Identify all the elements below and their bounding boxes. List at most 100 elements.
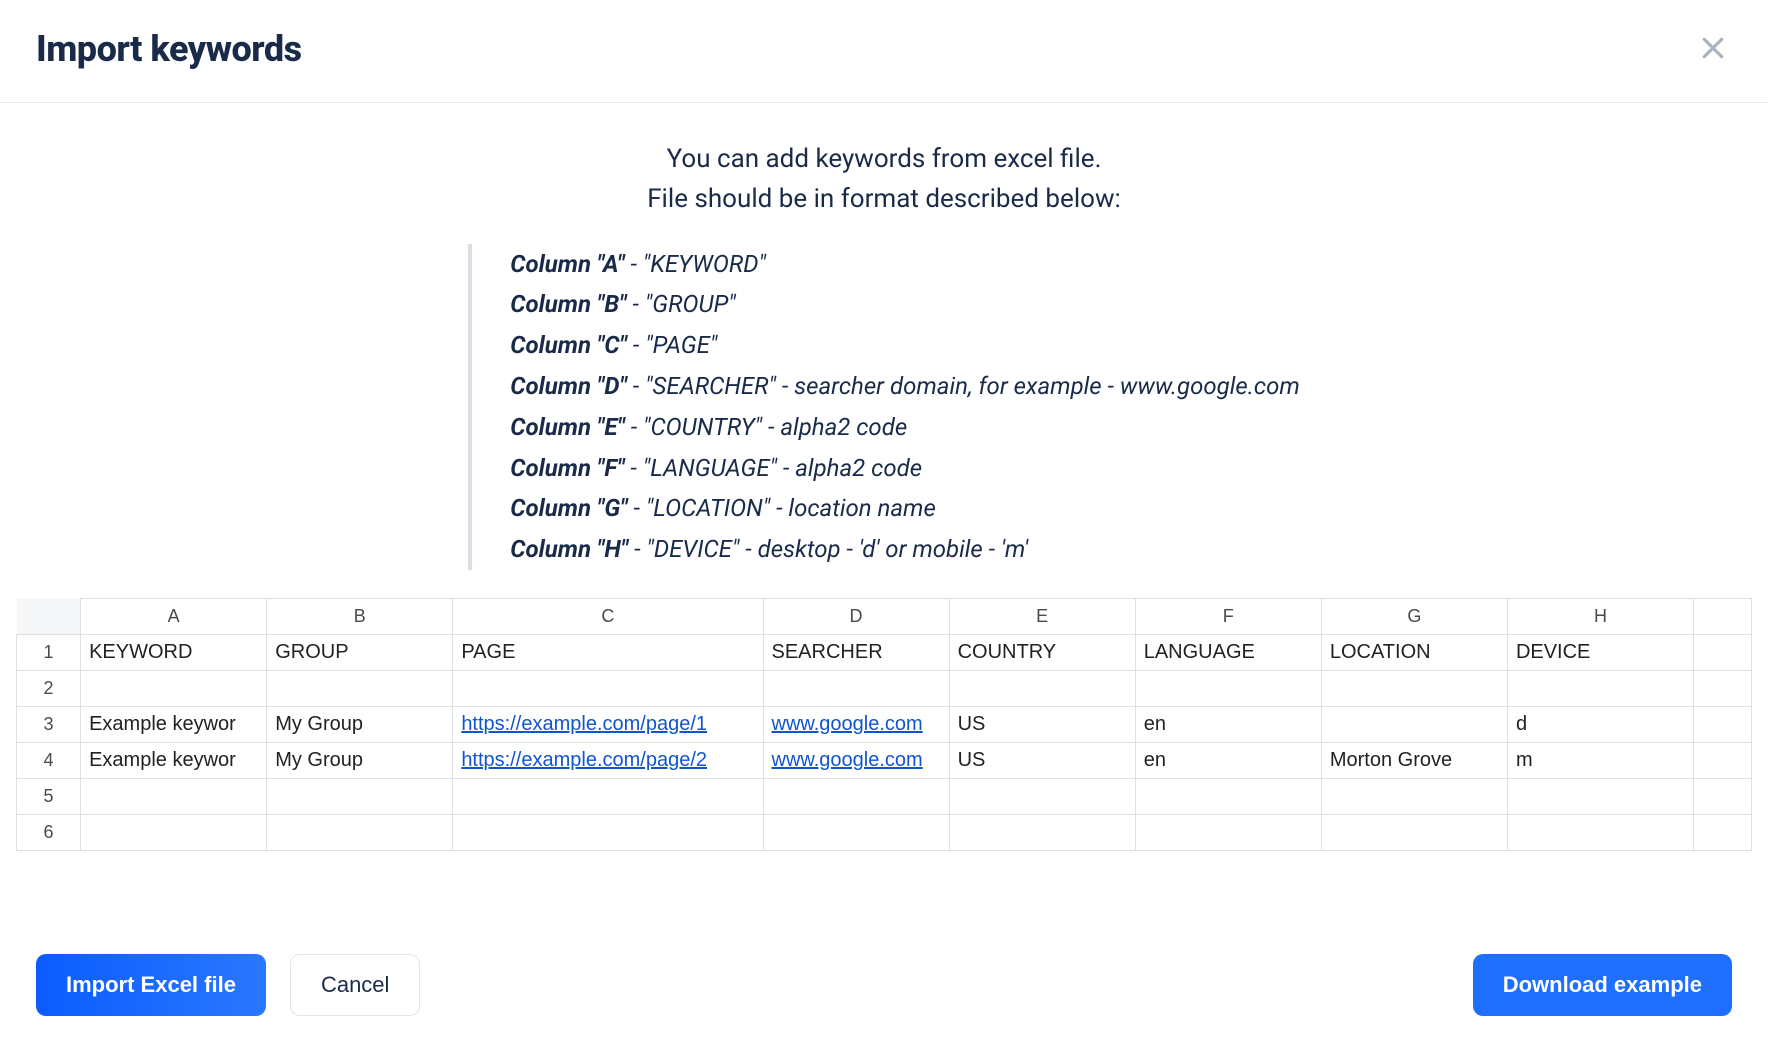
corner-cell (17, 598, 81, 634)
spec-column-label: Column "A" (510, 250, 624, 278)
spec-column-desc: - "PAGE" (627, 331, 717, 359)
spec-column-label: Column "B" (510, 290, 626, 318)
column-letter: B (267, 598, 453, 634)
import-excel-button[interactable]: Import Excel file (36, 954, 266, 1016)
spec-column-label: Column "D" (510, 372, 627, 400)
spec-column-desc: - "DEVICE" - desktop - 'd' or mobile - '… (628, 535, 1028, 563)
table-cell: en (1135, 706, 1321, 742)
column-letter: F (1135, 598, 1321, 634)
modal-footer: Import Excel file Cancel Download exampl… (0, 912, 1768, 1064)
download-example-button[interactable]: Download example (1473, 954, 1732, 1016)
table-cell: Morton Grove (1321, 742, 1507, 778)
column-letter: C (453, 598, 763, 634)
table-cell (949, 778, 1135, 814)
format-spec-row: Column "E" - "COUNTRY" - alpha2 code (510, 407, 1300, 448)
table-cell: d (1507, 706, 1693, 742)
row-number: 3 (17, 706, 81, 742)
row-number: 4 (17, 742, 81, 778)
table-cell: COUNTRY (949, 634, 1135, 670)
table-cell: Example keywor (81, 706, 267, 742)
cell-link[interactable]: www.google.com (772, 713, 923, 735)
format-spec: Column "A" - "KEYWORD"Column "B" - "GROU… (468, 244, 1300, 570)
table-cell (1135, 814, 1321, 850)
format-spec-row: Column "H" - "DEVICE" - desktop - 'd' or… (510, 529, 1300, 570)
table-cell: Example keywor (81, 742, 267, 778)
column-letter-trailing (1694, 598, 1752, 634)
table-cell (1135, 670, 1321, 706)
cell-link[interactable]: https://example.com/page/1 (461, 713, 707, 735)
table-cell: LOCATION (1321, 634, 1507, 670)
table-cell (453, 814, 763, 850)
table-cell: GROUP (267, 634, 453, 670)
intro-text: You can add keywords from excel file. Fi… (647, 139, 1121, 220)
cancel-button[interactable]: Cancel (290, 954, 420, 1016)
table-cell: www.google.com (763, 706, 949, 742)
page-title: Import keywords (36, 28, 302, 70)
table-cell-trailing (1694, 742, 1752, 778)
table-cell-trailing (1694, 670, 1752, 706)
table-cell: DEVICE (1507, 634, 1693, 670)
table-cell: US (949, 742, 1135, 778)
table-cell: https://example.com/page/1 (453, 706, 763, 742)
spec-column-desc: - "LOCATION" - location name (628, 494, 936, 522)
table-row: 4Example keyworMy Grouphttps://example.c… (17, 742, 1752, 778)
table-cell: SEARCHER (763, 634, 949, 670)
close-icon (1698, 51, 1728, 66)
intro-line1: You can add keywords from excel file. (647, 139, 1121, 179)
table-cell (1507, 670, 1693, 706)
spec-column-desc: - "GROUP" (627, 290, 736, 318)
spec-column-desc: - "SEARCHER" - searcher domain, for exam… (627, 372, 1300, 400)
table-cell (763, 670, 949, 706)
table-cell: https://example.com/page/2 (453, 742, 763, 778)
table-cell (763, 814, 949, 850)
table-cell (81, 670, 267, 706)
format-spec-row: Column "A" - "KEYWORD" (510, 244, 1300, 285)
table-cell: US (949, 706, 1135, 742)
table-row: 6 (17, 814, 1752, 850)
table-cell (1507, 778, 1693, 814)
table-cell: m (1507, 742, 1693, 778)
table-row: 3Example keyworMy Group https://example.c… (17, 706, 1752, 742)
footer-left-actions: Import Excel file Cancel (36, 954, 420, 1016)
table-cell (1321, 706, 1507, 742)
table-cell-trailing (1694, 634, 1752, 670)
table-cell (1321, 670, 1507, 706)
row-number: 1 (17, 634, 81, 670)
format-spec-row: Column "B" - "GROUP" (510, 284, 1300, 325)
table-cell (1135, 778, 1321, 814)
spec-column-desc: - "LANGUAGE" - alpha2 code (625, 454, 923, 482)
column-letter-row: ABCDEFGH (17, 598, 1752, 634)
column-letter: A (81, 598, 267, 634)
row-number: 5 (17, 778, 81, 814)
modal-body: You can add keywords from excel file. Fi… (0, 103, 1768, 912)
modal-header: Import keywords (0, 0, 1768, 103)
format-spec-row: Column "C" - "PAGE" (510, 325, 1300, 366)
table-cell (763, 778, 949, 814)
spec-column-label: Column "E" (510, 413, 625, 441)
spec-column-label: Column "C" (510, 331, 627, 359)
cell-link[interactable]: www.google.com (772, 749, 923, 771)
table-cell: My Group (267, 706, 453, 742)
table-cell: www.google.com (763, 742, 949, 778)
spec-column-desc: - "KEYWORD" (625, 250, 766, 278)
table-cell-trailing (1694, 706, 1752, 742)
close-button[interactable] (1694, 29, 1732, 70)
table-row: 5 (17, 778, 1752, 814)
spec-column-label: Column "H" (510, 535, 628, 563)
table-row: 1KEYWORDGROUPPAGESEARCHERCOUNTRYLANGUAGE… (17, 634, 1752, 670)
table-cell-trailing (1694, 778, 1752, 814)
table-cell (949, 814, 1135, 850)
table-cell (453, 778, 763, 814)
table-cell: PAGE (453, 634, 763, 670)
table-cell (267, 778, 453, 814)
spec-column-desc: - "COUNTRY" - alpha2 code (625, 413, 907, 441)
table-cell: en (1135, 742, 1321, 778)
example-table: ABCDEFGH1KEYWORDGROUPPAGESEARCHERCOUNTRY… (16, 598, 1752, 851)
row-number: 6 (17, 814, 81, 850)
spreadsheet-preview: ABCDEFGH1KEYWORDGROUPPAGESEARCHERCOUNTRY… (0, 598, 1768, 851)
table-cell: KEYWORD (81, 634, 267, 670)
column-letter: G (1321, 598, 1507, 634)
table-cell (267, 814, 453, 850)
table-cell (81, 814, 267, 850)
cell-link[interactable]: https://example.com/page/2 (461, 749, 707, 771)
